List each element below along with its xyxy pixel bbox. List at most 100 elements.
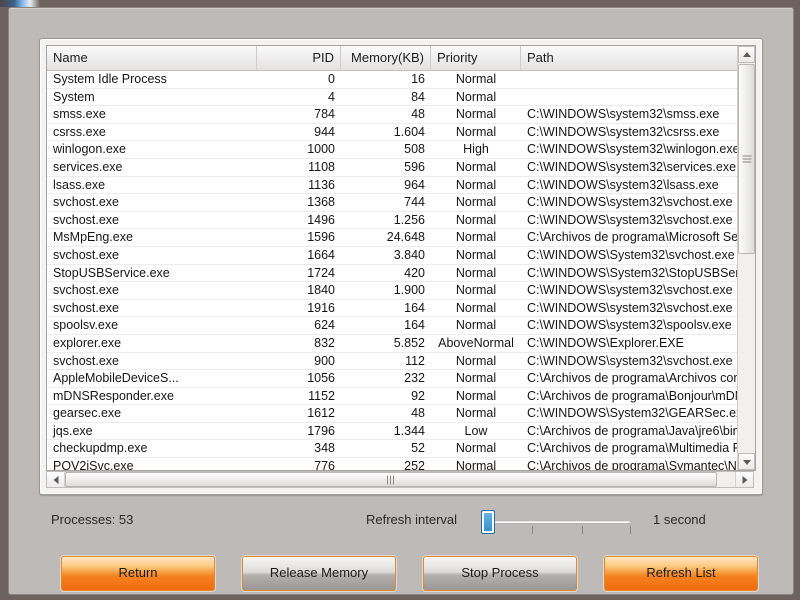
- cell-pid: 944: [314, 124, 335, 139]
- cell-name: explorer.exe: [53, 335, 122, 350]
- table-row[interactable]: AppleMobileDeviceS... 1056 232 Normal C:\Arc…: [47, 370, 755, 388]
- table-row[interactable]: MsMpEng.exe 1596 24.648 Normal C:\Archivos d…: [47, 229, 755, 247]
- cell-priority: Normal: [455, 371, 497, 386]
- cell-name: System: [53, 89, 95, 104]
- cell-pid: 348: [314, 441, 335, 456]
- cell-memory: 1.344: [393, 423, 425, 438]
- table-row[interactable]: smss.exe 784 48 Normal C:\WINDOWS\system32\s…: [47, 106, 755, 124]
- table-row[interactable]: csrss.exe 944 1.604 Normal C:\WINDOWS\system…: [47, 124, 755, 142]
- return-button-label: Return: [118, 565, 158, 580]
- table-row[interactable]: spoolsv.exe 624 164 Normal C:\WINDOWS\system…: [47, 317, 755, 335]
- cell-priority: Normal: [455, 212, 497, 227]
- cell-path: C:\WINDOWS\System32\GEARSec.exe: [527, 406, 750, 421]
- vertical-scrollbar-thumb[interactable]: [738, 64, 755, 254]
- release-memory-button-label: Release Memory: [269, 565, 369, 580]
- cell-memory: 164: [404, 318, 425, 333]
- cell-memory: 52: [411, 441, 425, 456]
- slider-track[interactable]: [485, 520, 631, 524]
- table-row[interactable]: jqs.exe 1796 1.344 Low C:\Archivos de progra…: [47, 423, 755, 441]
- cell-name: StopUSBService.exe: [53, 265, 170, 280]
- cell-path: [521, 71, 753, 88]
- cell-pid: 1664: [307, 247, 335, 262]
- cell-path: C:\WINDOWS\system32\svchost.exe: [527, 283, 733, 298]
- cell-name: winlogon.exe: [53, 142, 126, 157]
- caret-right-icon: [742, 475, 747, 484]
- cell-path: C:\WINDOWS\system32\svchost.exe: [527, 212, 733, 227]
- cell-priority: Normal: [455, 177, 497, 192]
- listview-body[interactable]: System Idle Process 0 16 Normal System 4 84 Nor…: [47, 71, 755, 470]
- cell-pid: 1596: [307, 230, 335, 245]
- table-row[interactable]: PQV2iSvc.exe 776 252 Normal C:\Archivos de p…: [47, 458, 755, 470]
- refresh-interval-value: 1 second: [653, 512, 706, 527]
- cell-path: C:\Archivos de programa\Java\jre6\bin\jq…: [527, 423, 753, 438]
- process-listview[interactable]: Name PID Memory(KB) Priority Path System Idl…: [46, 45, 756, 471]
- cell-path: C:\WINDOWS\system32\winlogon.exe: [527, 142, 740, 157]
- column-header-priority[interactable]: Priority: [431, 46, 521, 70]
- cell-memory: 744: [404, 195, 425, 210]
- scroll-right-button[interactable]: [735, 472, 753, 487]
- cell-priority: Normal: [455, 230, 497, 245]
- cell-memory: 164: [404, 300, 425, 315]
- scroll-left-button[interactable]: [47, 472, 65, 487]
- cell-name: MsMpEng.exe: [53, 230, 133, 245]
- table-row[interactable]: StopUSBService.exe 1724 420 Normal C:\WINDOW…: [47, 265, 755, 283]
- table-row[interactable]: System Idle Process 0 16 Normal: [47, 71, 755, 89]
- table-row[interactable]: svchost.exe 1368 744 Normal C:\WINDOWS\syste…: [47, 194, 755, 212]
- cell-pid: 1368: [307, 195, 335, 210]
- refresh-list-button[interactable]: Refresh List: [604, 556, 758, 591]
- return-button[interactable]: Return: [61, 556, 215, 591]
- scroll-up-button[interactable]: [738, 46, 755, 63]
- cell-path: C:\Archivos de programa\Symantec\Norton …: [527, 459, 753, 470]
- caret-up-icon: [742, 51, 751, 57]
- cell-memory: 1.256: [393, 212, 425, 227]
- app-screen: Name PID Memory(KB) Priority Path System Idl…: [0, 0, 800, 600]
- slider-thumb[interactable]: [481, 510, 495, 534]
- table-row[interactable]: mDNSResponder.exe 1152 92 Normal C:\Archivos…: [47, 388, 755, 406]
- table-row[interactable]: services.exe 1108 596 Normal C:\WINDOWS\syst…: [47, 159, 755, 177]
- cell-path: C:\Archivos de programa\Multimedia Prote…: [527, 441, 753, 456]
- cell-priority: Normal: [455, 72, 497, 86]
- cell-name: svchost.exe: [53, 353, 120, 368]
- cell-path: C:\WINDOWS\System32\svchost.exe: [527, 247, 735, 262]
- column-header-path[interactable]: Path: [521, 46, 753, 70]
- refresh-interval-slider[interactable]: [477, 508, 637, 538]
- release-memory-button[interactable]: Release Memory: [242, 556, 396, 591]
- cell-pid: 1136: [308, 177, 335, 192]
- process-count-label: Processes: 53: [51, 512, 134, 527]
- table-row[interactable]: checkupdmp.exe 348 52 Normal C:\Archivos de …: [47, 440, 755, 459]
- vertical-scrollbar[interactable]: [737, 46, 755, 470]
- table-row[interactable]: lsass.exe 1136 964 Normal C:\WINDOWS\system3…: [47, 177, 755, 195]
- cell-priority: Normal: [455, 124, 497, 139]
- cell-memory: 48: [411, 406, 425, 421]
- cell-priority: Low: [464, 423, 488, 438]
- column-header-memory[interactable]: Memory(KB): [341, 46, 431, 70]
- column-header-pid[interactable]: PID: [257, 46, 341, 70]
- cell-pid: 624: [314, 318, 335, 333]
- cell-memory: 3.840: [393, 247, 425, 262]
- cell-name: mDNSResponder.exe: [53, 388, 174, 403]
- table-row[interactable]: svchost.exe 1496 1.256 Normal C:\WINDOWS\sys…: [47, 212, 755, 230]
- horizontal-scrollbar[interactable]: [46, 471, 754, 488]
- cell-name: gearsec.exe: [53, 406, 122, 421]
- cell-name: csrss.exe: [53, 124, 106, 139]
- stop-process-button-label: Stop Process: [461, 565, 539, 580]
- scroll-down-button[interactable]: [738, 453, 755, 470]
- cell-memory: 964: [404, 177, 425, 192]
- table-row[interactable]: System 4 84 Normal: [47, 89, 755, 107]
- table-row[interactable]: winlogon.exe 1000 508 High C:\WINDOWS\system…: [47, 141, 755, 159]
- table-row[interactable]: svchost.exe 900 112 Normal C:\WINDOWS\system…: [47, 353, 755, 371]
- cell-memory: 92: [411, 388, 425, 403]
- cell-memory: 16: [411, 72, 425, 86]
- column-header-name[interactable]: Name: [47, 46, 257, 70]
- cell-memory: 420: [404, 265, 425, 280]
- horizontal-scrollbar-thumb[interactable]: [65, 472, 717, 487]
- table-row[interactable]: explorer.exe 832 5.852 AboveNormal C:\WINDOW…: [47, 335, 755, 353]
- table-row[interactable]: svchost.exe 1916 164 Normal C:\WINDOWS\syste…: [47, 300, 755, 318]
- table-row[interactable]: gearsec.exe 1612 48 Normal C:\WINDOWS\System…: [47, 405, 755, 423]
- cell-priority: AboveNormal: [438, 335, 514, 350]
- table-row[interactable]: svchost.exe 1840 1.900 Normal C:\WINDOWS\sys…: [47, 282, 755, 300]
- cell-name: PQV2iSvc.exe: [53, 459, 134, 470]
- stop-process-button[interactable]: Stop Process: [423, 556, 577, 591]
- cell-priority: Normal: [455, 159, 497, 174]
- table-row[interactable]: svchost.exe 1664 3.840 Normal C:\WINDOWS\Sys…: [47, 247, 755, 265]
